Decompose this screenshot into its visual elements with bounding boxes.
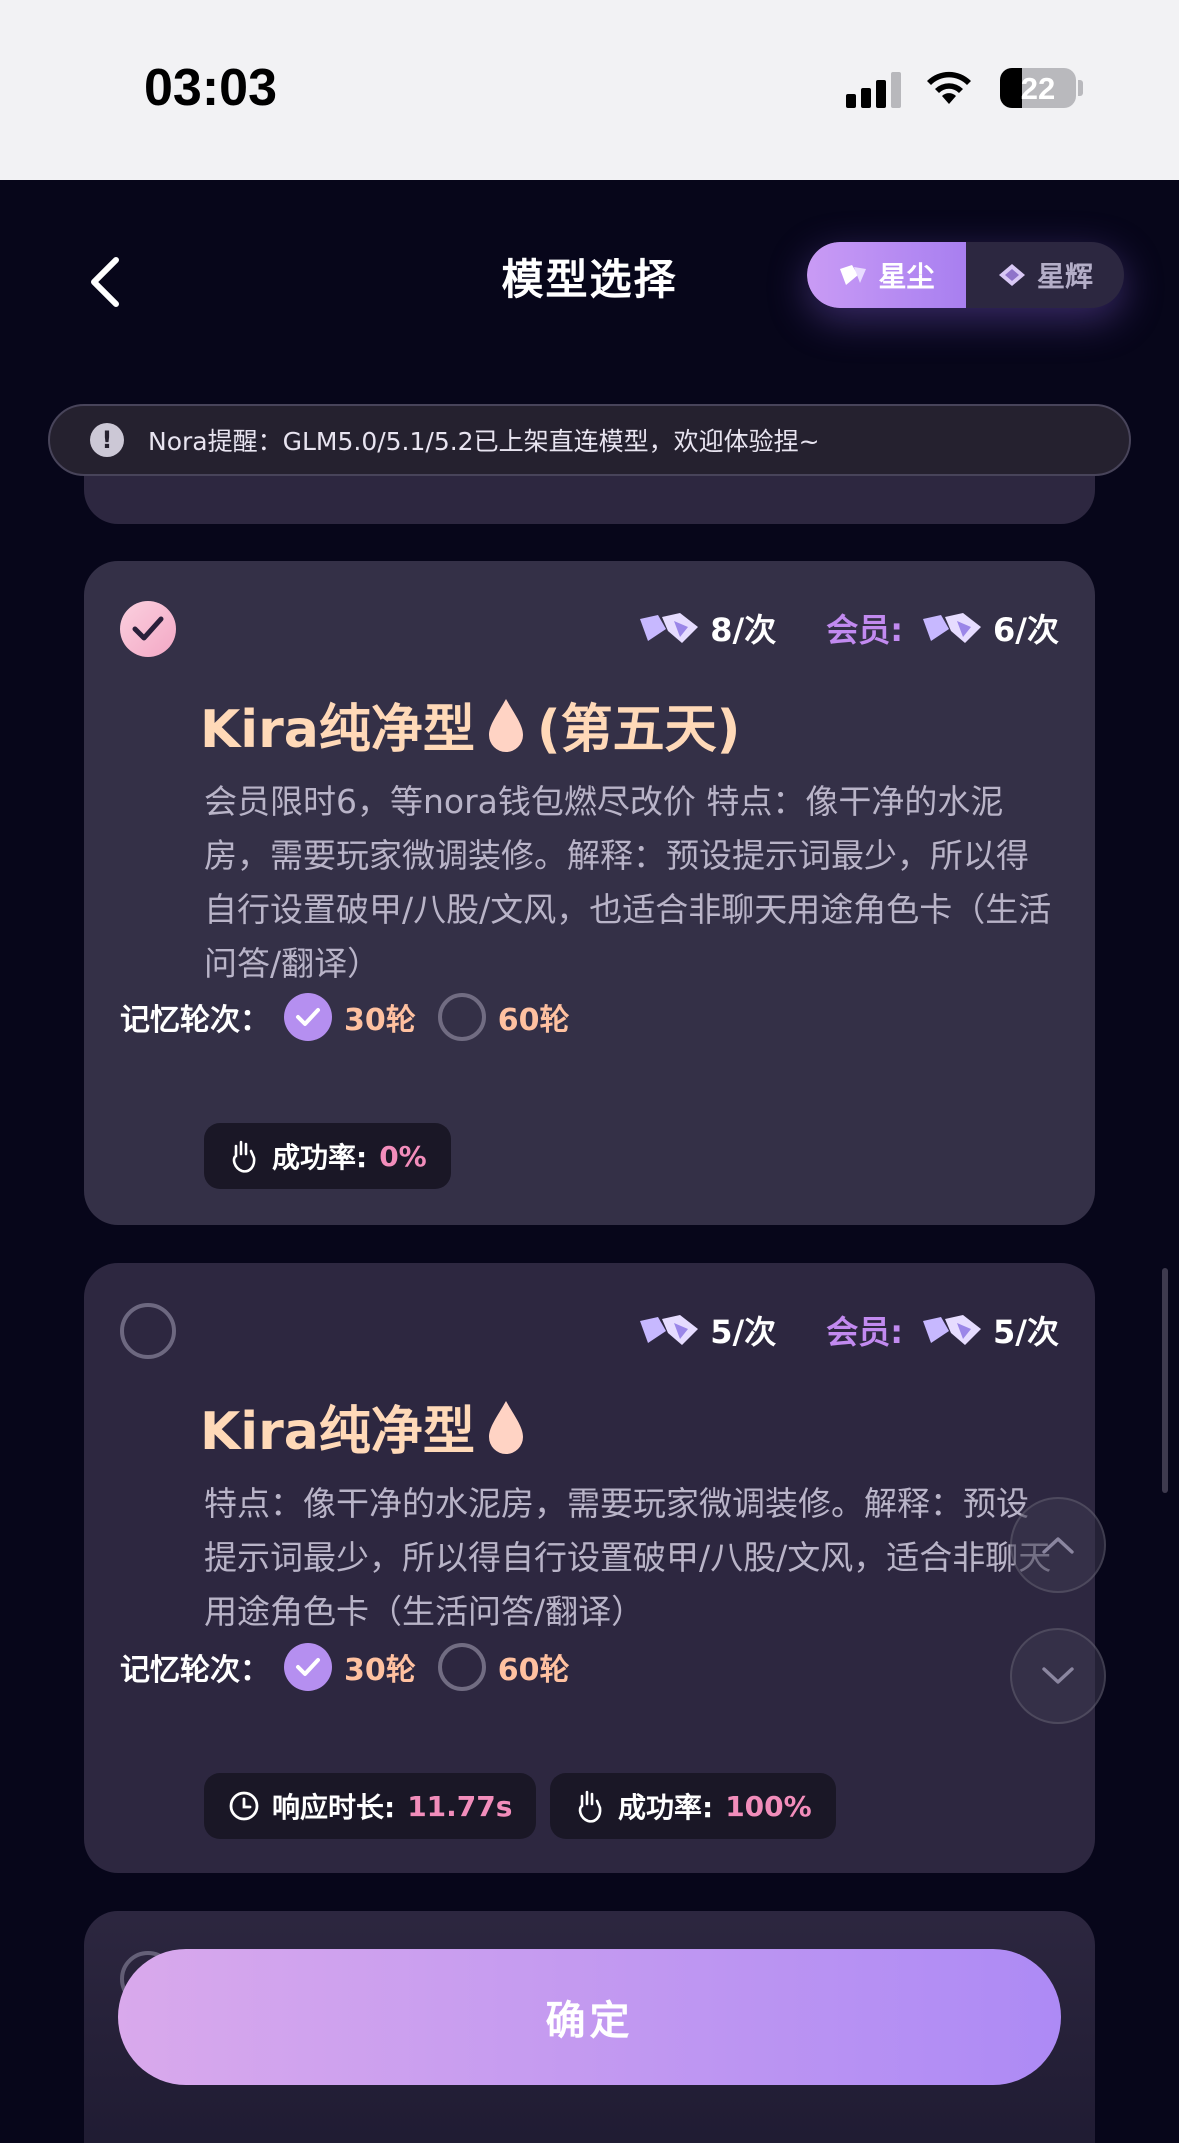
member-label: 会员: [826, 1313, 904, 1351]
exclamation-icon: ! [90, 423, 124, 457]
check-icon [132, 616, 164, 641]
stat-key: 成功率: [272, 1141, 368, 1174]
status-bar: 03:03 22 [0, 0, 1179, 180]
option-check-icon [284, 1643, 332, 1691]
model-title-suffix: (第五天) [536, 700, 741, 760]
cellular-signal-icon [846, 72, 902, 108]
tab-stardust-label: 星尘 [878, 260, 935, 293]
model-title: Kira纯净型 (第五天) [200, 687, 740, 762]
stardust-gem-icon [640, 1315, 699, 1345]
success-rate-stat: 成功率: 0% [204, 1123, 451, 1189]
battery-icon: 22 [1000, 68, 1076, 108]
water-drop-icon [488, 698, 523, 752]
memory-option-30[interactable]: 30轮 [284, 993, 416, 1041]
notice-banner: ! Nora提醒：GLM5.0/5.1/5.2已上架直连模型，欢迎体验捏~ [48, 404, 1131, 476]
model-radio-checked[interactable] [120, 601, 176, 657]
chevron-up-icon [1042, 1537, 1074, 1554]
price-value: 5/次 [710, 1313, 777, 1351]
option-empty-icon [437, 993, 486, 1041]
memory-rounds: 记忆轮次： 30轮 60轮 [120, 993, 592, 1041]
water-drop-icon [488, 1400, 523, 1454]
confirm-button[interactable]: 确定 [118, 1949, 1061, 2085]
tab-starlight-label: 星辉 [1036, 260, 1093, 293]
memory-label: 记忆轮次： [120, 1003, 270, 1038]
stat-value: 11.77s [407, 1789, 513, 1823]
stardust-gem-icon [640, 613, 699, 643]
model-title: Kira纯净型 [200, 1389, 527, 1464]
member-price-value: 6/次 [993, 611, 1059, 649]
memory-option-label: 60轮 [497, 1003, 570, 1038]
price-row: 8/次 会员: 6/次 [638, 605, 1059, 651]
model-card[interactable]: 8/次 会员: 6/次 Kira纯净型 (第五天) 会员限时6，等nora钱包燃… [84, 561, 1095, 1225]
stat-value: 0% [379, 1139, 427, 1173]
currency-toggle: 星尘 星辉 [807, 242, 1124, 308]
stardust-gem-icon [840, 265, 867, 285]
memory-option-60[interactable]: 60轮 [437, 993, 570, 1041]
notice-text: Nora提醒：GLM5.0/5.1/5.2已上架直连模型，欢迎体验捏~ [148, 427, 820, 456]
memory-option-label: 60轮 [497, 1653, 570, 1688]
memory-option-60[interactable]: 60轮 [437, 1643, 570, 1691]
scroll-up-button[interactable] [1010, 1497, 1106, 1593]
price-value: 8/次 [710, 611, 777, 649]
battery-level: 22 [1020, 71, 1056, 106]
option-empty-icon [437, 1643, 486, 1691]
memory-rounds: 记忆轮次： 30轮 60轮 [120, 1643, 592, 1691]
hand-icon [578, 1790, 602, 1823]
response-time-stat: 响应时长: 11.77s [204, 1773, 537, 1839]
memory-option-label: 30轮 [344, 1003, 416, 1038]
model-description: 特点：像干净的水泥房，需要玩家微调装修。解释：预设提示词最少，所以得自行设置破甲… [204, 1484, 1052, 1631]
member-price-value: 5/次 [993, 1313, 1059, 1351]
wifi-icon [927, 71, 971, 104]
stat-key: 成功率: [618, 1791, 714, 1824]
scrollbar[interactable] [1162, 1268, 1168, 1493]
tab-starlight[interactable]: 星辉 [966, 242, 1124, 308]
model-description: 会员限时6，等nora钱包燃尽改价 特点：像干净的水泥房，需要玩家微调装修。解释… [204, 782, 1052, 983]
stardust-gem-icon [923, 613, 982, 643]
status-time: 03:03 [144, 59, 277, 117]
stardust-gem-icon [923, 1315, 982, 1345]
hand-icon [232, 1140, 256, 1173]
memory-option-label: 30轮 [344, 1653, 416, 1688]
option-check-icon [284, 993, 332, 1041]
scroll-down-button[interactable] [1010, 1628, 1106, 1724]
model-name: Kira纯净型 [200, 1402, 475, 1462]
model-radio-unchecked[interactable] [120, 1303, 176, 1359]
member-label: 会员: [826, 611, 904, 649]
price-row: 5/次 会员: 5/次 [638, 1307, 1059, 1353]
model-name: Kira纯净型 [200, 700, 475, 760]
stat-value: 100% [725, 1789, 812, 1823]
clock-icon [229, 1791, 259, 1821]
tab-stardust[interactable]: 星尘 [807, 242, 966, 308]
success-rate-stat: 成功率: 100% [550, 1773, 836, 1839]
chevron-down-icon [1042, 1667, 1074, 1684]
memory-option-30[interactable]: 30轮 [284, 1643, 416, 1691]
memory-label: 记忆轮次： [120, 1653, 270, 1688]
header: 模型选择 星尘 星辉 [0, 180, 1179, 390]
starlight-diamond-icon [998, 264, 1025, 286]
model-card[interactable]: 5/次 会员: 5/次 Kira纯净型 特点：像干净的水泥房，需要玩家微调装修。… [84, 1263, 1095, 1873]
stat-key: 响应时长: [272, 1791, 396, 1824]
battery-tip [1078, 80, 1083, 96]
